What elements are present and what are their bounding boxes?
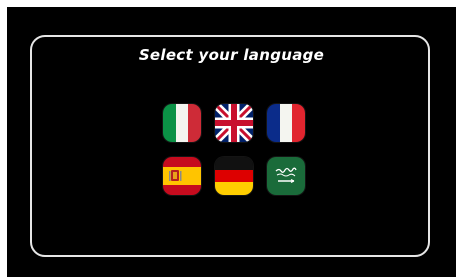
language-selection-panel	[30, 35, 430, 257]
language-option-german[interactable]	[215, 157, 253, 195]
language-option-spanish[interactable]	[163, 157, 201, 195]
language-option-italian[interactable]	[163, 104, 201, 142]
language-option-english[interactable]	[215, 104, 253, 142]
saudi-arabia-flag-icon	[267, 157, 305, 195]
language-option-french[interactable]	[267, 104, 305, 142]
italy-flag-icon	[163, 104, 201, 142]
language-option-arabic[interactable]	[267, 157, 305, 195]
france-flag-icon	[267, 104, 305, 142]
germany-flag-icon	[215, 157, 253, 195]
app-screen: Select your language	[7, 7, 456, 277]
united-kingdom-flag-icon	[215, 104, 253, 142]
page-title: Select your language	[138, 46, 325, 64]
spain-flag-icon	[163, 157, 201, 195]
